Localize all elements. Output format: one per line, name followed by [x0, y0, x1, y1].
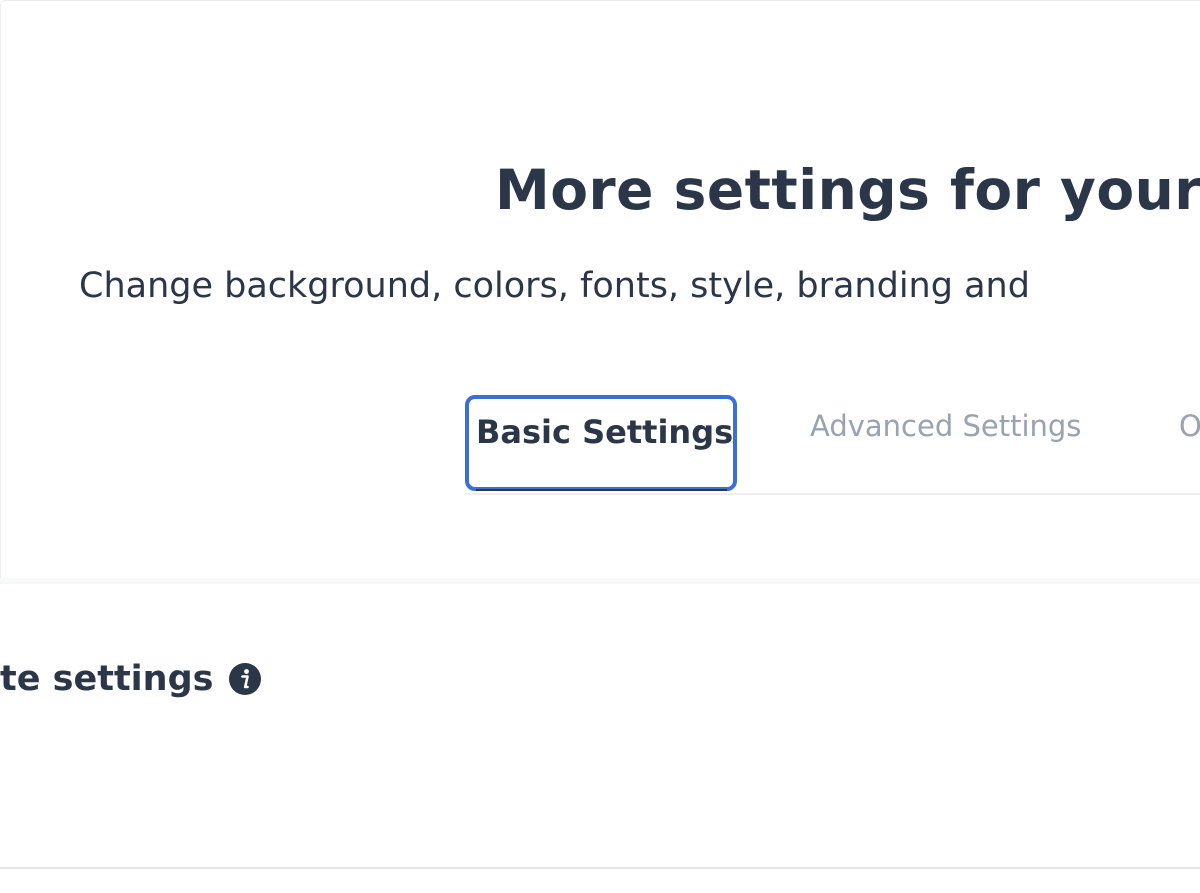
tab-other-label: O — [1179, 409, 1200, 443]
header-section: More settings for your w Change backgrou… — [0, 0, 1200, 578]
page-title: More settings for your w — [495, 154, 1200, 226]
page-title-text: More settings for your — [495, 158, 1200, 222]
section-heading: te settings — [0, 654, 262, 704]
tab-advanced-settings[interactable]: Advanced Settings — [810, 395, 1110, 491]
info-icon[interactable] — [228, 662, 262, 696]
settings-tabs: Basic Settings Advanced Settings O — [465, 395, 1200, 495]
page: More settings for your w Change backgrou… — [0, 0, 1200, 893]
tabs-divider — [465, 493, 1200, 495]
info-icon-graphic — [228, 663, 261, 695]
active-tab-indicator — [476, 489, 727, 491]
section-title: te settings — [0, 659, 214, 699]
page-subtitle: Change background, colors, fonts, style,… — [79, 266, 1030, 306]
tab-other[interactable]: O — [1179, 395, 1200, 491]
page-bottom — [0, 869, 1200, 893]
tab-advanced-settings-label: Advanced Settings — [810, 409, 1082, 443]
tab-basic-settings-label: Basic Settings — [476, 413, 734, 451]
tab-basic-settings[interactable]: Basic Settings — [465, 395, 737, 491]
settings-section: te settings — [0, 584, 1200, 869]
